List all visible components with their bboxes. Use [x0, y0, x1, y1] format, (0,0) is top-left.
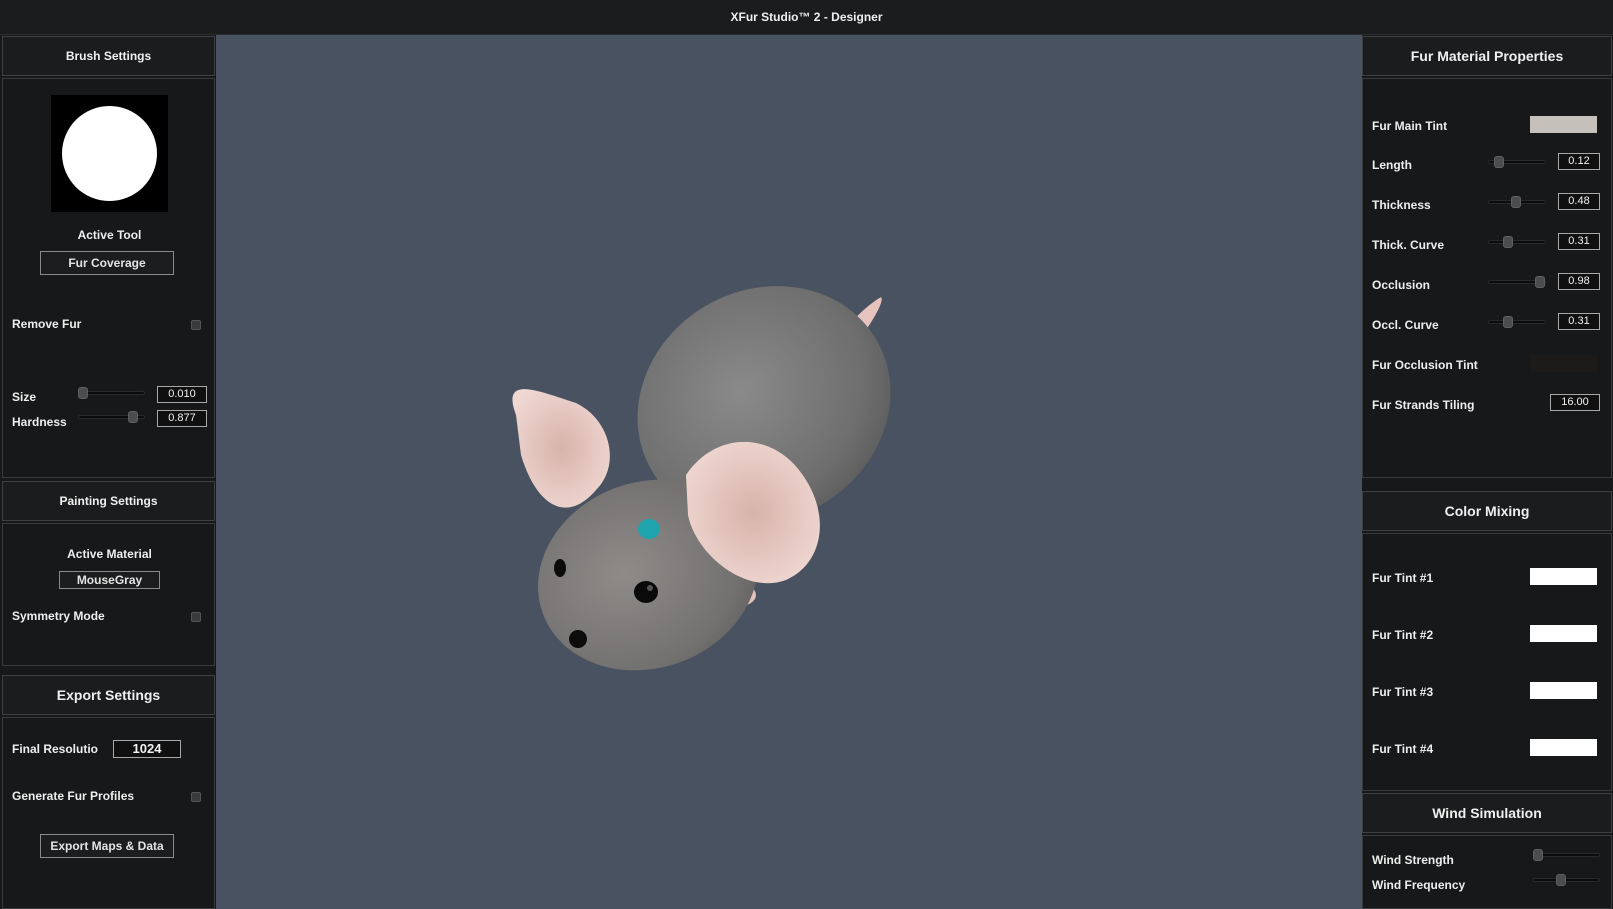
fur-tint-4-label: Fur Tint #4 [1372, 742, 1434, 756]
brush-preview-circle [62, 106, 157, 201]
thick-curve-slider-track [1488, 240, 1546, 244]
final-resolution-input[interactable]: 1024 [113, 740, 181, 758]
fur-strands-tiling-input[interactable]: 16.00 [1550, 394, 1600, 411]
symmetry-mode-checkbox[interactable] [191, 612, 201, 622]
color-mixing-title: Color Mixing [1444, 503, 1530, 519]
occl-curve-label: Occl. Curve [1372, 318, 1439, 332]
wind-strength-thumb[interactable] [1533, 849, 1543, 861]
fur-tint-1-label: Fur Tint #1 [1372, 571, 1434, 585]
color-mixing-body: Fur Tint #1 Fur Tint #2 Fur Tint #3 Fur Tin… [1362, 533, 1612, 791]
export-settings-title: Export Settings [56, 687, 161, 703]
active-tool-button[interactable]: Fur Coverage [40, 251, 174, 275]
mouse-model[interactable] [216, 35, 1362, 909]
size-label: Size [12, 390, 37, 404]
wind-strength-label: Wind Strength [1372, 853, 1454, 867]
length-slider-thumb[interactable] [1494, 156, 1504, 168]
active-material-button[interactable]: MouseGray [59, 571, 160, 589]
occlusion-slider[interactable] [1488, 275, 1546, 289]
fur-strands-tiling-label: Fur Strands Tiling [1372, 398, 1475, 412]
fur-tint-3-label: Fur Tint #3 [1372, 685, 1434, 699]
size-slider[interactable] [78, 386, 145, 400]
fur-material-title: Fur Material Properties [1410, 48, 1564, 64]
left-panel: Brush Settings Active Tool Fur Coverage … [0, 35, 216, 909]
active-tool-label: Active Tool [77, 228, 142, 242]
3d-viewport[interactable] [216, 35, 1362, 909]
fur-occlusion-tint-swatch[interactable] [1530, 355, 1597, 372]
fur-material-header: Fur Material Properties [1362, 36, 1612, 76]
mouse-eye-right [634, 581, 658, 603]
brush-settings-body: Active Tool Fur Coverage Remove Fur Size… [2, 78, 215, 478]
brush-preview [51, 95, 168, 212]
wind-strength-slider[interactable] [1533, 848, 1600, 862]
occl-curve-input[interactable]: 0.31 [1558, 313, 1600, 330]
thick-curve-input[interactable]: 0.31 [1558, 233, 1600, 250]
paint-spot [638, 519, 660, 539]
size-slider-track [78, 391, 145, 395]
occl-curve-slider[interactable] [1488, 315, 1546, 329]
thick-curve-slider-thumb[interactable] [1503, 236, 1513, 248]
export-settings-header: Export Settings [2, 675, 215, 715]
occl-curve-slider-thumb[interactable] [1503, 316, 1513, 328]
wind-simulation-title: Wind Simulation [1432, 805, 1542, 821]
thickness-label: Thickness [1372, 198, 1431, 212]
wind-frequency-label: Wind Frequency [1372, 878, 1466, 892]
occlusion-slider-thumb[interactable] [1535, 276, 1545, 288]
wind-simulation-header: Wind Simulation [1362, 793, 1612, 833]
fur-tint-2-label: Fur Tint #2 [1372, 628, 1434, 642]
fur-occlusion-tint-label: Fur Occlusion Tint [1372, 358, 1478, 372]
wind-frequency-slider[interactable] [1533, 873, 1600, 887]
occl-curve-slider-track [1488, 320, 1546, 324]
wind-frequency-thumb[interactable] [1556, 874, 1566, 886]
brush-settings-header: Brush Settings [2, 36, 215, 76]
fur-main-tint-swatch[interactable] [1530, 116, 1597, 133]
mouse-nose [569, 630, 587, 648]
fur-tint-4-swatch[interactable] [1530, 739, 1597, 756]
final-resolution-label: Final Resolutio [12, 742, 99, 756]
painting-settings-body: Active Material MouseGray Symmetry Mode [2, 523, 215, 666]
thickness-slider-thumb[interactable] [1511, 196, 1521, 208]
brush-settings-title: Brush Settings [65, 49, 152, 63]
window-title-bar: XFur Studio™ 2 - Designer [0, 0, 1613, 35]
fur-tint-3-swatch[interactable] [1530, 682, 1597, 699]
wind-simulation-body: Wind Strength Wind Frequency [1362, 835, 1612, 909]
size-slider-thumb[interactable] [78, 387, 88, 399]
length-slider[interactable] [1488, 155, 1546, 169]
generate-fur-profiles-label: Generate Fur Profiles [12, 789, 135, 803]
export-settings-body: Final Resolutio 1024 Generate Fur Profil… [2, 717, 215, 909]
thickness-slider[interactable] [1488, 195, 1546, 209]
remove-fur-checkbox[interactable] [191, 320, 201, 330]
export-maps-button[interactable]: Export Maps & Data [40, 834, 174, 858]
length-label: Length [1372, 158, 1412, 172]
mouse-eye-left [554, 559, 566, 577]
fur-material-body: Fur Main Tint Length 0.12 Thickness 0.48 Thi… [1362, 78, 1612, 478]
window-title: XFur Studio™ 2 - Designer [730, 10, 883, 24]
fur-tint-2-swatch[interactable] [1530, 625, 1597, 642]
mouse-left-ear [512, 389, 610, 508]
hardness-input[interactable]: 0.877 [157, 410, 207, 427]
length-input[interactable]: 0.12 [1558, 153, 1600, 170]
wind-strength-track [1533, 853, 1600, 857]
remove-fur-label: Remove Fur [12, 317, 82, 331]
size-input[interactable]: 0.010 [157, 386, 207, 403]
painting-settings-title: Painting Settings [59, 494, 158, 508]
wind-frequency-track [1533, 878, 1600, 882]
occlusion-label: Occlusion [1372, 278, 1431, 292]
thick-curve-slider[interactable] [1488, 235, 1546, 249]
thickness-input[interactable]: 0.48 [1558, 193, 1600, 210]
fur-tint-1-swatch[interactable] [1530, 568, 1597, 585]
painting-settings-header: Painting Settings [2, 481, 215, 521]
thick-curve-label: Thick. Curve [1372, 238, 1445, 252]
active-material-label: Active Material [67, 547, 152, 561]
hardness-slider-thumb[interactable] [128, 411, 138, 423]
right-panel: Fur Material Properties Fur Main Tint Le… [1362, 35, 1613, 909]
hardness-label: Hardness [12, 415, 67, 429]
fur-main-tint-label: Fur Main Tint [1372, 119, 1448, 133]
generate-fur-profiles-checkbox[interactable] [191, 792, 201, 802]
color-mixing-header: Color Mixing [1362, 491, 1612, 531]
hardness-slider[interactable] [78, 410, 145, 424]
occlusion-input[interactable]: 0.98 [1558, 273, 1600, 290]
symmetry-mode-label: Symmetry Mode [12, 609, 105, 623]
